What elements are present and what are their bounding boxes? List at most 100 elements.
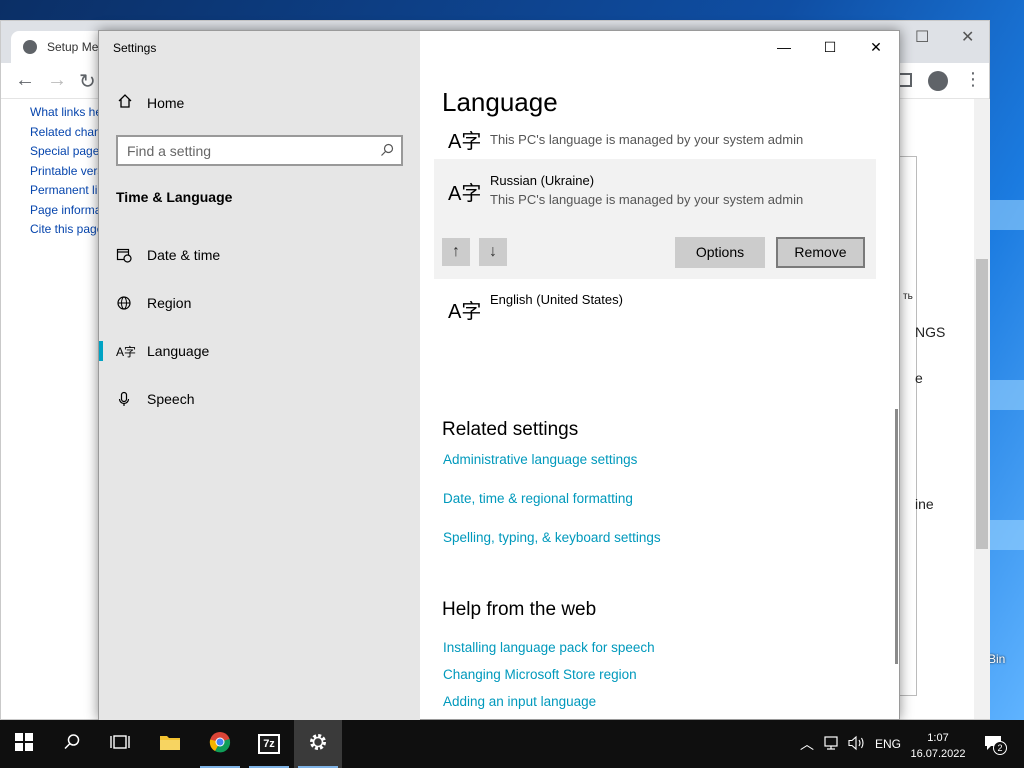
find-setting-input[interactable] — [118, 137, 358, 164]
wallpaper-light-beam — [985, 200, 1024, 230]
recycle-bin-label[interactable]: Bin — [988, 652, 1005, 666]
help-link[interactable]: Installing language pack for speech — [443, 640, 655, 655]
notification-icon: 2 — [984, 734, 1007, 755]
search-box[interactable] — [116, 135, 403, 166]
globe-icon — [23, 40, 37, 54]
move-down-button[interactable]: ↓ — [479, 238, 507, 266]
7zip-taskbar-button[interactable]: 7z — [245, 720, 293, 768]
sidebar-item-speech[interactable]: Speech — [99, 379, 420, 419]
language-icon: A字 — [116, 344, 137, 359]
microphone-icon — [116, 391, 146, 407]
chevron-up-icon: ︿ — [800, 736, 814, 752]
close-icon[interactable]: ✕ — [961, 27, 974, 47]
home-label: Home — [147, 94, 185, 111]
search-taskbar-button[interactable] — [48, 720, 96, 768]
page-text-fragment: NGS — [915, 324, 946, 340]
language-item[interactable]: A字 This PC's language is managed by your… — [434, 123, 876, 153]
wiki-link[interactable]: Related changes — [30, 125, 100, 145]
settings-sidebar: Settings Home Time & Language Date & tim… — [99, 31, 420, 721]
language-glyph-icon: A字 — [448, 183, 482, 205]
task-view-icon — [110, 733, 130, 756]
page-inner-panel — [899, 156, 917, 696]
section-title: Time & Language — [116, 189, 233, 205]
7zip-icon: 7z — [258, 734, 280, 754]
home-nav-item[interactable]: Home — [117, 93, 184, 112]
reload-icon[interactable]: ↻ — [79, 69, 96, 94]
window-title: Settings — [113, 41, 157, 55]
network-icon — [824, 735, 842, 754]
page-text-fragment: ть — [903, 291, 913, 302]
search-icon[interactable] — [380, 143, 394, 162]
wiki-link[interactable]: Special pages — [30, 144, 100, 164]
remove-button[interactable]: Remove — [776, 237, 865, 268]
sidebar-item-region[interactable]: Region — [99, 283, 420, 323]
taskbar-clock[interactable]: 1:07 16.07.2022 — [908, 730, 968, 762]
wallpaper-light-beam — [985, 380, 1024, 410]
wiki-link[interactable]: What links here — [30, 105, 100, 125]
settings-window: Settings Home Time & Language Date & tim… — [98, 30, 900, 721]
language-item-selected[interactable]: A字 Russian (Ukraine) This PC's language … — [434, 159, 876, 279]
browser-tab-title: Setup Me — [47, 40, 99, 54]
extension-icon[interactable] — [898, 73, 912, 87]
related-link[interactable]: Date, time & regional formatting — [443, 491, 633, 506]
related-settings-title: Related settings — [442, 419, 579, 440]
file-explorer-button[interactable] — [146, 720, 194, 768]
sidebar-item-label: Language — [147, 343, 210, 359]
globe-icon — [116, 295, 146, 311]
action-center-button[interactable]: 2 — [984, 720, 1007, 768]
chrome-taskbar-button[interactable] — [196, 720, 244, 768]
forward-arrow-icon[interactable]: → — [47, 69, 67, 92]
wiki-link[interactable]: Permanent link — [30, 183, 100, 203]
browser-tab[interactable]: Setup Me — [11, 31, 111, 63]
volume-tray-button[interactable] — [848, 720, 866, 768]
page-text-fragment: ine — [915, 496, 934, 512]
help-link[interactable]: Adding an input language — [443, 694, 596, 709]
settings-taskbar-button[interactable] — [294, 720, 342, 768]
back-arrow-icon[interactable]: ← — [15, 69, 35, 92]
taskbar: 7z ︿ ENG 1:07 16.07.2022 2 — [0, 720, 1024, 768]
home-icon — [117, 93, 133, 112]
options-button[interactable]: Options — [675, 237, 765, 268]
sidebar-item-language[interactable]: A字 Language — [99, 331, 420, 371]
speaker-icon — [848, 735, 866, 754]
page-text-fragment: e — [915, 370, 923, 386]
clock-time: 1:07 — [927, 732, 949, 744]
profile-avatar-icon[interactable] — [928, 71, 948, 91]
language-glyph-icon: A字 — [448, 301, 482, 323]
windows-logo-icon — [15, 732, 33, 756]
sidebar-item-date-time[interactable]: Date & time — [99, 235, 420, 275]
settings-content: — ☐ ✕ Language A字 This PC's language is … — [420, 31, 899, 721]
close-button[interactable]: ✕ — [853, 31, 899, 63]
page-scrollbar[interactable] — [974, 99, 990, 719]
wiki-link[interactable]: Page information — [30, 203, 100, 223]
related-link[interactable]: Administrative language settings — [443, 452, 637, 467]
more-menu-icon[interactable]: ⋮ — [964, 69, 982, 90]
folder-icon — [159, 733, 181, 756]
language-name: English (United States) — [490, 292, 623, 307]
maximize-icon[interactable]: ☐ — [915, 27, 929, 47]
show-hidden-icons-button[interactable]: ︿ — [800, 720, 814, 768]
maximize-button[interactable]: ☐ — [807, 31, 853, 63]
task-view-button[interactable] — [96, 720, 144, 768]
help-link[interactable]: Changing Microsoft Store region — [443, 667, 637, 682]
scrollbar-thumb[interactable] — [976, 259, 988, 549]
start-button[interactable] — [0, 720, 48, 768]
network-tray-button[interactable] — [824, 720, 842, 768]
content-scrollbar[interactable] — [895, 409, 898, 664]
calendar-clock-icon — [116, 247, 146, 263]
minimize-button[interactable]: — — [761, 31, 807, 63]
language-item[interactable]: A字 English (United States) — [434, 287, 876, 331]
search-icon — [63, 733, 81, 756]
chrome-icon — [209, 731, 231, 758]
language-glyph-icon: A字 — [448, 131, 482, 153]
move-up-button[interactable]: ↑ — [442, 238, 470, 266]
window-controls: — ☐ ✕ — [761, 31, 899, 63]
input-language-indicator[interactable]: ENG — [875, 720, 901, 768]
related-link[interactable]: Spelling, typing, & keyboard settings — [443, 530, 661, 545]
wiki-link[interactable]: Printable version — [30, 164, 100, 184]
help-web-title: Help from the web — [442, 599, 597, 620]
language-description: This PC's language is managed by your sy… — [490, 192, 804, 207]
wiki-link[interactable]: Cite this page — [30, 222, 100, 242]
sidebar-item-label: Speech — [147, 391, 195, 407]
wiki-tools-links: What links here Related changes Special … — [30, 105, 100, 242]
